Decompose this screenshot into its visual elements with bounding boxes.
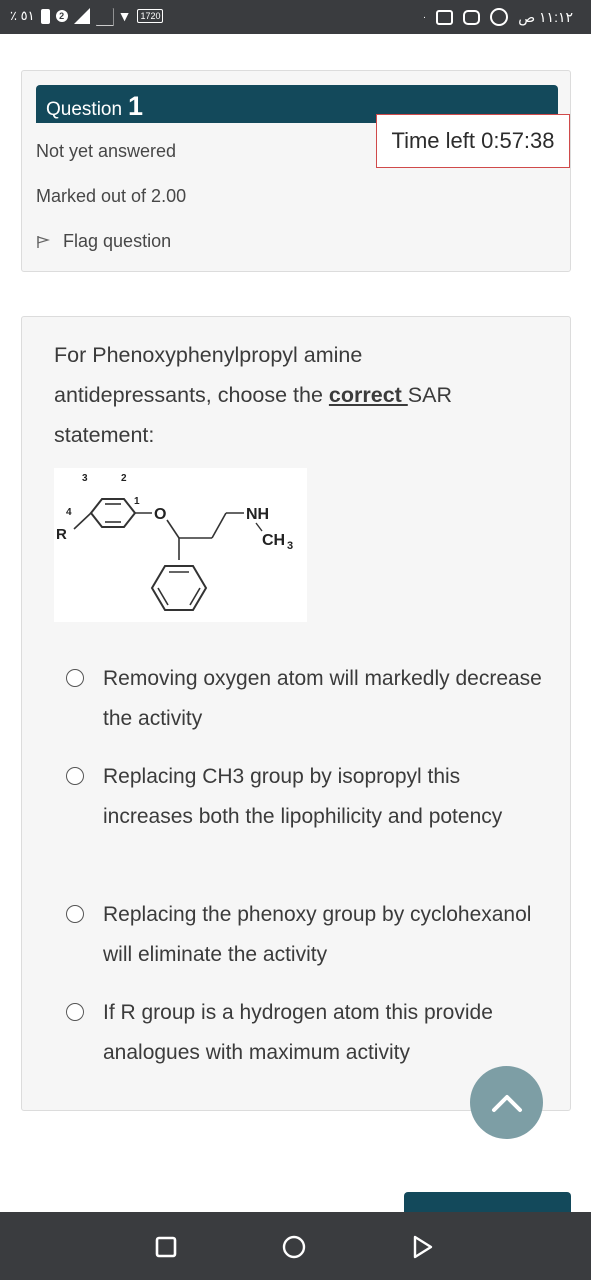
battery-icon bbox=[40, 8, 50, 24]
question-status: Not yet answered bbox=[36, 141, 177, 161]
recent-apps-icon[interactable] bbox=[153, 1234, 179, 1260]
answer-option-text: Replacing CH3 group by isopropyl this in… bbox=[103, 765, 503, 828]
status-bar: ٪ ٥١ 2 ▼ 1720 · ١١:١٢ ص bbox=[0, 0, 591, 34]
time-left: Time left 0:57:38 bbox=[376, 114, 570, 168]
status-bar-left: ٪ ٥١ 2 ▼ 1720 bbox=[10, 8, 164, 24]
radio-button[interactable] bbox=[66, 905, 84, 923]
screen: ٪ ٥١ 2 ▼ 1720 · ١١:١٢ ص Question 1 Not y… bbox=[0, 0, 591, 1280]
molecule-label-2: 2 bbox=[121, 473, 127, 484]
whatsapp-icon bbox=[490, 8, 509, 26]
molecule-label-ch: CH bbox=[262, 532, 285, 549]
dot-icon: · bbox=[422, 11, 427, 23]
question-number: 1 bbox=[128, 91, 144, 121]
clock: ١١:١٢ ص bbox=[518, 8, 573, 25]
status-bar-right: · ١١:١٢ ص bbox=[423, 8, 573, 26]
answer-option-text: Removing oxygen atom will markedly decre… bbox=[103, 667, 542, 730]
radio-button[interactable] bbox=[66, 767, 84, 785]
wifi-icon: ▼ bbox=[117, 8, 132, 24]
question-marks: Marked out of 2.00 bbox=[36, 186, 187, 206]
battery-percent: ٪ ٥١ bbox=[10, 8, 35, 23]
molecule-label-3: 3 bbox=[82, 473, 88, 484]
radio-button[interactable] bbox=[66, 669, 84, 687]
question-info-card: Question 1 Not yet answered Marked out o… bbox=[21, 70, 571, 272]
question-text-emphasis: correct bbox=[328, 383, 408, 407]
signal-empty-icon bbox=[96, 8, 112, 24]
question-text: For Phenoxyphenylpropyl amine antidepres… bbox=[54, 335, 524, 455]
radio-button[interactable] bbox=[66, 1003, 84, 1021]
molecule-label-sub3: 3 bbox=[287, 540, 293, 552]
scroll-to-top-button[interactable] bbox=[470, 1066, 543, 1139]
answer-option-text: If R group is a hydrogen atom this provi… bbox=[103, 1001, 493, 1064]
system-navigation-bar bbox=[0, 1212, 591, 1280]
question-label: Question bbox=[46, 99, 123, 120]
molecule-label-nh: NH bbox=[246, 506, 269, 523]
flag-question-label: Flag question bbox=[63, 231, 172, 251]
molecule-label-4: 4 bbox=[66, 507, 72, 518]
signal-icon bbox=[73, 8, 90, 24]
flag-icon bbox=[37, 236, 50, 249]
molecule-label-r: R bbox=[56, 526, 67, 543]
molecule-structure-image: 3 2 1 4 R O NH CH 3 bbox=[54, 468, 307, 622]
answer-option-text: Replacing the phenoxy group by cyclohexa… bbox=[103, 903, 532, 966]
home-icon[interactable] bbox=[281, 1234, 307, 1260]
instagram-icon bbox=[463, 9, 481, 25]
flag-question-link[interactable]: Flag question bbox=[36, 231, 171, 252]
hd-badge: 1720 bbox=[137, 9, 164, 23]
chevron-up-icon bbox=[491, 1094, 522, 1112]
question-text-before: For Phenoxyphenylpropyl amine antidepres… bbox=[54, 343, 363, 407]
back-icon[interactable] bbox=[409, 1234, 435, 1260]
molecule-label-1: 1 bbox=[134, 496, 140, 507]
question-content-card: For Phenoxyphenylpropyl amine antidepres… bbox=[21, 316, 571, 1111]
gallery-icon bbox=[436, 9, 454, 25]
molecule-label-o: O bbox=[154, 506, 166, 523]
sim-badge: 2 bbox=[55, 10, 68, 22]
